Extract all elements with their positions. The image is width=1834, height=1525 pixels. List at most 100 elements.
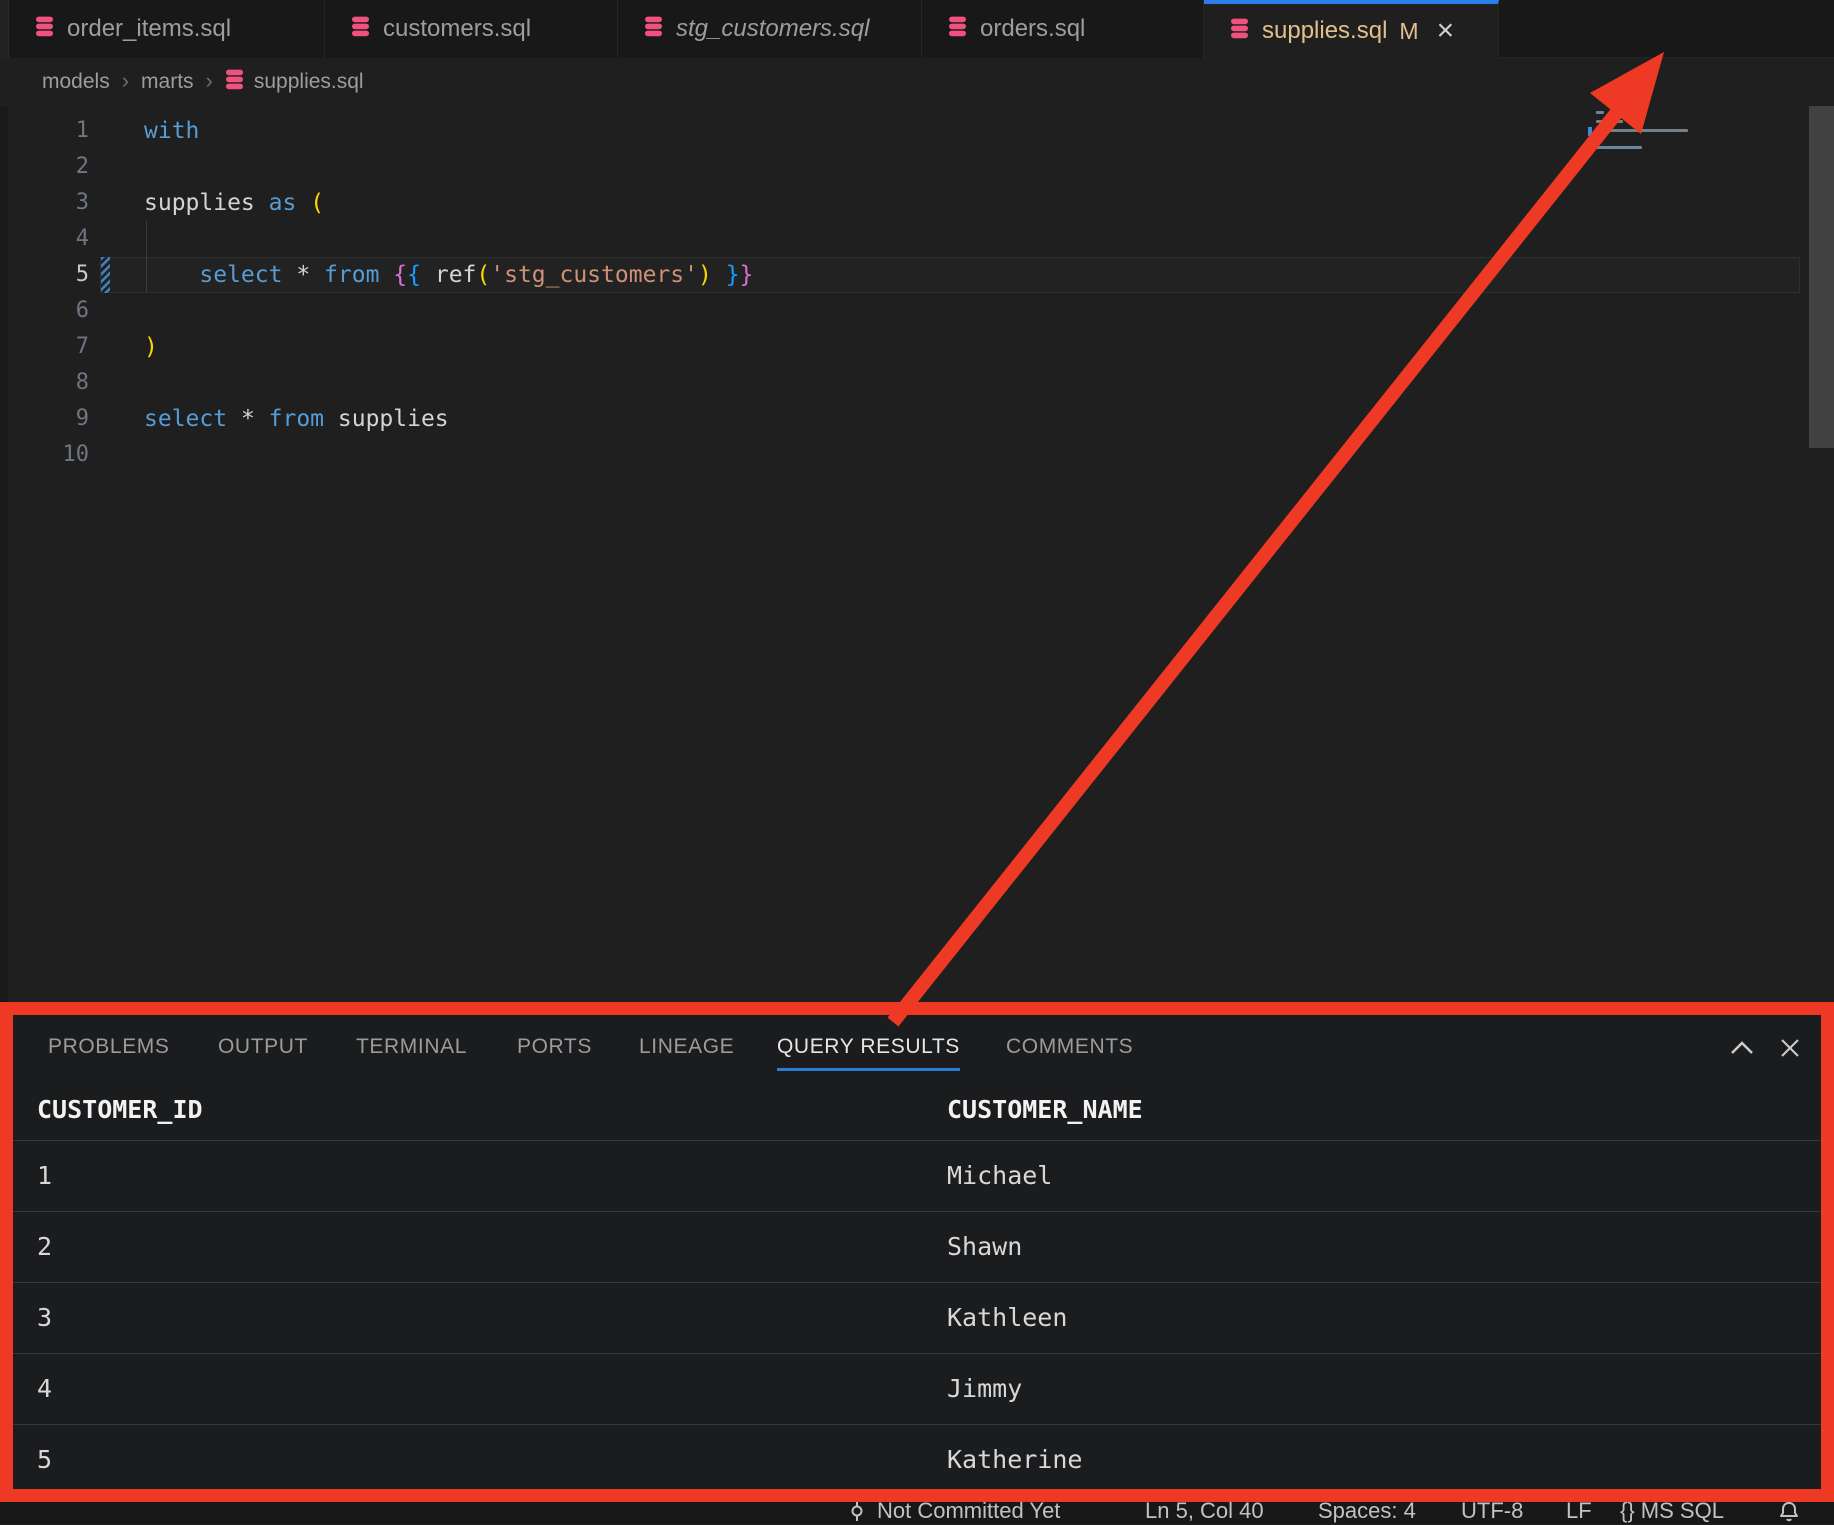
table-cell: Shawn <box>947 1211 1022 1282</box>
table-cell: 2 <box>37 1211 52 1282</box>
line-number: 3 <box>0 185 89 221</box>
editor-tab-customers-sql[interactable]: customers.sql <box>325 0 618 58</box>
modified-badge: M <box>1399 18 1418 45</box>
code-line[interactable]: ) <box>144 329 158 365</box>
breadcrumb-item-marts[interactable]: marts <box>141 70 194 94</box>
line-number: 9 <box>0 401 89 437</box>
table-cell: 1 <box>37 1140 52 1211</box>
git-commit-icon <box>846 1500 868 1522</box>
tab-label: order_items.sql <box>67 15 231 43</box>
line-number: 1 <box>0 113 89 149</box>
minimap-modified-marker <box>1588 127 1592 136</box>
line-number: 10 <box>0 437 89 473</box>
table-cell: 3 <box>37 1282 52 1353</box>
code-token <box>712 262 726 288</box>
code-editor[interactable]: 1with23supplies as (45 select * from {{ … <box>0 106 1834 1002</box>
code-token: 'stg_customers' <box>490 262 698 288</box>
editor-tab-bar: order_items.sql customers.sql stg_custom… <box>0 0 1834 58</box>
bell-icon <box>1778 1500 1800 1523</box>
line-number: 5 <box>0 257 89 293</box>
code-token: supplies <box>324 406 449 432</box>
database-icon <box>35 16 54 42</box>
code-token: } <box>726 262 740 288</box>
code-token: select <box>199 262 282 288</box>
column-header: CUSTOMER_ID <box>37 1079 203 1140</box>
tab-label: supplies.sql <box>1262 17 1387 45</box>
code-token: { <box>393 262 407 288</box>
table-cell: Kathleen <box>947 1282 1067 1353</box>
code-line[interactable]: select * from supplies <box>144 401 449 437</box>
tab-bar-edge <box>0 0 9 58</box>
git-modified-gutter-marker <box>101 257 110 293</box>
table-cell: 5 <box>37 1424 52 1495</box>
editor-tab-order_items-sql[interactable]: order_items.sql <box>9 0 325 58</box>
code-token: select <box>144 406 227 432</box>
chevron-right-icon: › <box>122 68 129 94</box>
row-separator <box>0 1495 1834 1496</box>
row-separator <box>0 1211 1834 1212</box>
close-icon[interactable]: × <box>1437 18 1455 44</box>
database-icon <box>644 16 663 42</box>
panel-tab-comments[interactable]: COMMENTS <box>1006 1015 1133 1079</box>
code-token: * <box>282 262 324 288</box>
line-number: 4 <box>0 221 89 257</box>
database-icon <box>351 16 370 42</box>
code-line[interactable]: with <box>144 113 199 149</box>
close-icon[interactable] <box>1779 1037 1801 1064</box>
database-icon <box>225 69 244 96</box>
breadcrumb-item-models[interactable]: models <box>42 70 110 94</box>
editor-tab-stg_customers-sql[interactable]: stg_customers.sql <box>618 0 922 58</box>
bottom-panel: PROBLEMS OUTPUT TERMINAL PORTS LINEAGE QUERY … <box>0 1002 1834 1502</box>
row-separator <box>0 1140 1834 1141</box>
tab-label: customers.sql <box>383 15 531 43</box>
chevron-up-icon[interactable] <box>1729 1040 1755 1061</box>
code-token: with <box>144 118 199 144</box>
tab-label: stg_customers.sql <box>676 15 869 43</box>
code-token: ref <box>421 262 476 288</box>
row-separator <box>0 1353 1834 1354</box>
panel-tab-lineage[interactable]: LINEAGE <box>639 1015 734 1079</box>
panel-tab-ports[interactable]: PORTS <box>517 1015 592 1079</box>
table-cell: 4 <box>37 1353 52 1424</box>
editor-tab-orders-sql[interactable]: orders.sql <box>922 0 1204 58</box>
code-token <box>379 262 393 288</box>
table-cell: Michael <box>947 1140 1052 1211</box>
line-number: 2 <box>0 149 89 185</box>
code-token: supplies <box>144 190 269 216</box>
code-token: ( <box>476 262 490 288</box>
line-number: 7 <box>0 329 89 365</box>
panel-tab-output[interactable]: OUTPUT <box>218 1015 308 1079</box>
code-token: ) <box>144 334 158 360</box>
database-icon <box>948 16 967 42</box>
line-number: 6 <box>0 293 89 329</box>
code-token: { <box>407 262 421 288</box>
code-token: from <box>269 406 324 432</box>
minimap-line <box>1596 137 1598 140</box>
panel-tab-problems[interactable]: PROBLEMS <box>48 1015 170 1079</box>
code-line[interactable]: supplies as ( <box>144 185 324 221</box>
minimap-line <box>1596 111 1604 114</box>
code-token: ) <box>698 262 712 288</box>
line-number: 8 <box>0 365 89 401</box>
code-token: * <box>227 406 269 432</box>
scrollbar-thumb[interactable] <box>1809 106 1834 448</box>
code-token: from <box>324 262 379 288</box>
panel-tab-terminal[interactable]: TERMINAL <box>356 1015 467 1079</box>
chevron-right-icon: › <box>206 68 213 94</box>
tab-label: orders.sql <box>980 15 1085 43</box>
row-separator <box>0 1282 1834 1283</box>
minimap-line <box>1596 120 1623 123</box>
row-separator <box>0 1424 1834 1425</box>
code-token: as <box>269 190 297 216</box>
column-header: CUSTOMER_NAME <box>947 1079 1143 1140</box>
panel-tab-query-results[interactable]: QUERY RESULTS <box>777 1015 960 1079</box>
editor-tab-supplies-sql[interactable]: supplies.sql M × <box>1204 0 1499 58</box>
breadcrumb-item-file[interactable]: supplies.sql <box>254 70 364 94</box>
table-cell: Jimmy <box>947 1353 1022 1424</box>
minimap-line <box>1596 129 1688 132</box>
code-line[interactable]: select * from {{ ref('stg_customers') }} <box>144 257 753 293</box>
code-token <box>296 190 310 216</box>
code-token: ( <box>310 190 324 216</box>
minimap-line <box>1596 146 1642 149</box>
code-token <box>144 262 199 288</box>
